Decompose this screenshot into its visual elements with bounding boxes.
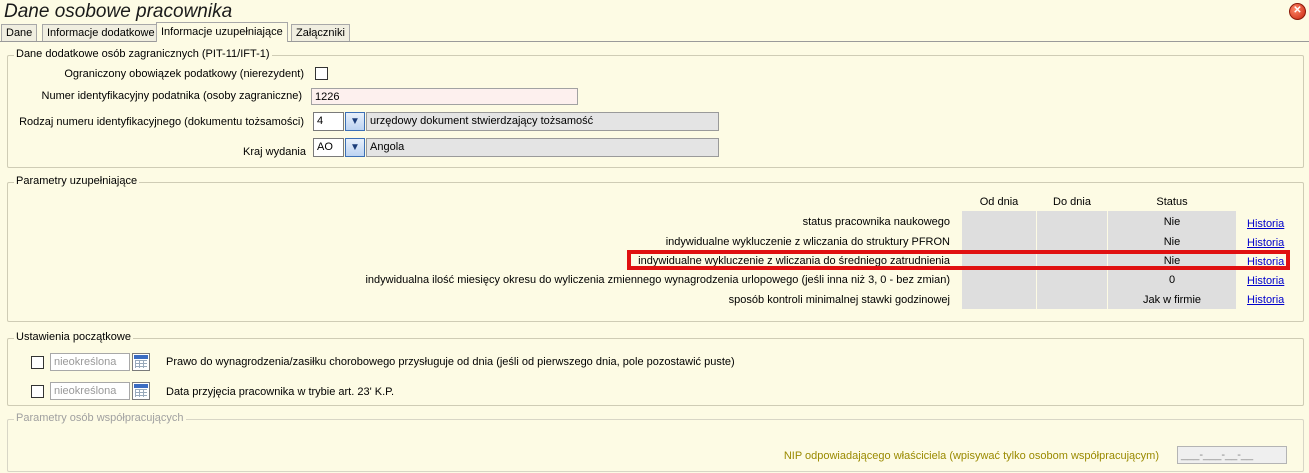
id-type-label: Rodzaj numeru identyfikacyjnego (dokumen… <box>19 116 304 128</box>
history-link-naukowy[interactable]: Historia <box>1247 218 1284 230</box>
param-status-urlopowe: 0 <box>1168 274 1176 286</box>
history-link-pfron[interactable]: Historia <box>1247 237 1284 249</box>
param-label-pfron: indywidualne wykluczenie z wliczania do … <box>665 236 950 248</box>
country-label: Kraj wydania <box>243 146 306 158</box>
id-type-description: urzędowy dokument stwierdzający tożsamoś… <box>366 112 719 131</box>
country-dropdown-button[interactable]: ▼ <box>345 138 365 157</box>
id-type-code-input[interactable]: 4 <box>313 112 344 131</box>
limited-tax-checkbox[interactable] <box>315 67 328 80</box>
param-status-pfron: Nie <box>1163 236 1181 248</box>
history-link-stawka-godzinowa[interactable]: Historia <box>1247 294 1284 306</box>
hire-date-label: Data przyjęcia pracownika w trybie art. … <box>166 386 395 398</box>
param-label-urlopowe: indywidualna ilość miesięcy okresu do wy… <box>365 274 950 286</box>
nip-owner-input[interactable]: ___-___-__-__ <box>1177 446 1287 464</box>
tab-informacje-uzupelniajace[interactable]: Informacje uzupełniające <box>156 22 288 42</box>
param-label-stawka-godzinowa: sposób kontroli minimalnej stawki godzin… <box>728 294 950 306</box>
tax-id-label: Numer identyfikacyjny podatnika (osoby z… <box>41 90 302 102</box>
params-title: Parametry uzupełniające <box>14 175 140 187</box>
sick-pay-checkbox[interactable] <box>31 356 44 369</box>
calendar-icon[interactable] <box>132 353 150 371</box>
tab-informacje-dodatkowe[interactable]: Informacje dodatkowe <box>42 24 160 41</box>
param-status-stawka-godzinowa: Jak w firmie <box>1142 294 1202 306</box>
sick-pay-label: Prawo do wynagrodzenia/zasiłku chorobowe… <box>166 356 735 368</box>
param-label-naukowy: status pracownika naukowego <box>802 216 950 228</box>
tab-zalaczniki[interactable]: Załączniki <box>291 24 350 41</box>
highlight-box <box>627 250 1290 270</box>
col-header-to: Do dnia <box>1053 196 1091 208</box>
foreign-data-title: Dane dodatkowe osób zagranicznych (PIT-1… <box>14 48 272 60</box>
hire-date-input[interactable]: nieokreślona <box>50 382 130 400</box>
history-link-urlopowe[interactable]: Historia <box>1247 275 1284 287</box>
param-status-naukowy: Nie <box>1163 216 1181 228</box>
chevron-down-icon: ▼ <box>350 142 360 153</box>
tax-id-input[interactable]: 1226 <box>311 88 578 105</box>
initial-settings-title: Ustawienia początkowe <box>14 331 133 343</box>
window-title: Dane osobowe pracownika <box>4 1 233 22</box>
col-header-from: Od dnia <box>979 196 1019 208</box>
tab-bar: Dane Informacje dodatkowe Informacje uzu… <box>0 22 1309 42</box>
country-name: Angola <box>366 138 719 157</box>
hire-date-checkbox[interactable] <box>31 385 44 398</box>
close-icon[interactable]: ✕ <box>1289 3 1306 20</box>
calendar-icon[interactable] <box>132 382 150 400</box>
chevron-down-icon: ▼ <box>350 116 360 127</box>
cooperating-title: Parametry osób współpracujących <box>14 412 186 424</box>
country-code-input[interactable]: AO <box>313 138 344 157</box>
sick-pay-date-input[interactable]: nieokreślona <box>50 353 130 371</box>
limited-tax-label: Ograniczony obowiązek podatkowy (nierezy… <box>64 68 304 80</box>
id-type-dropdown-button[interactable]: ▼ <box>345 112 365 131</box>
nip-owner-label: NIP odpowiadającego właściciela (wpisywa… <box>783 450 1159 462</box>
col-header-status: Status <box>1156 196 1188 208</box>
tab-dane[interactable]: Dane <box>1 24 38 41</box>
cooperating-group: Parametry osób współpracujących <box>7 412 1304 472</box>
